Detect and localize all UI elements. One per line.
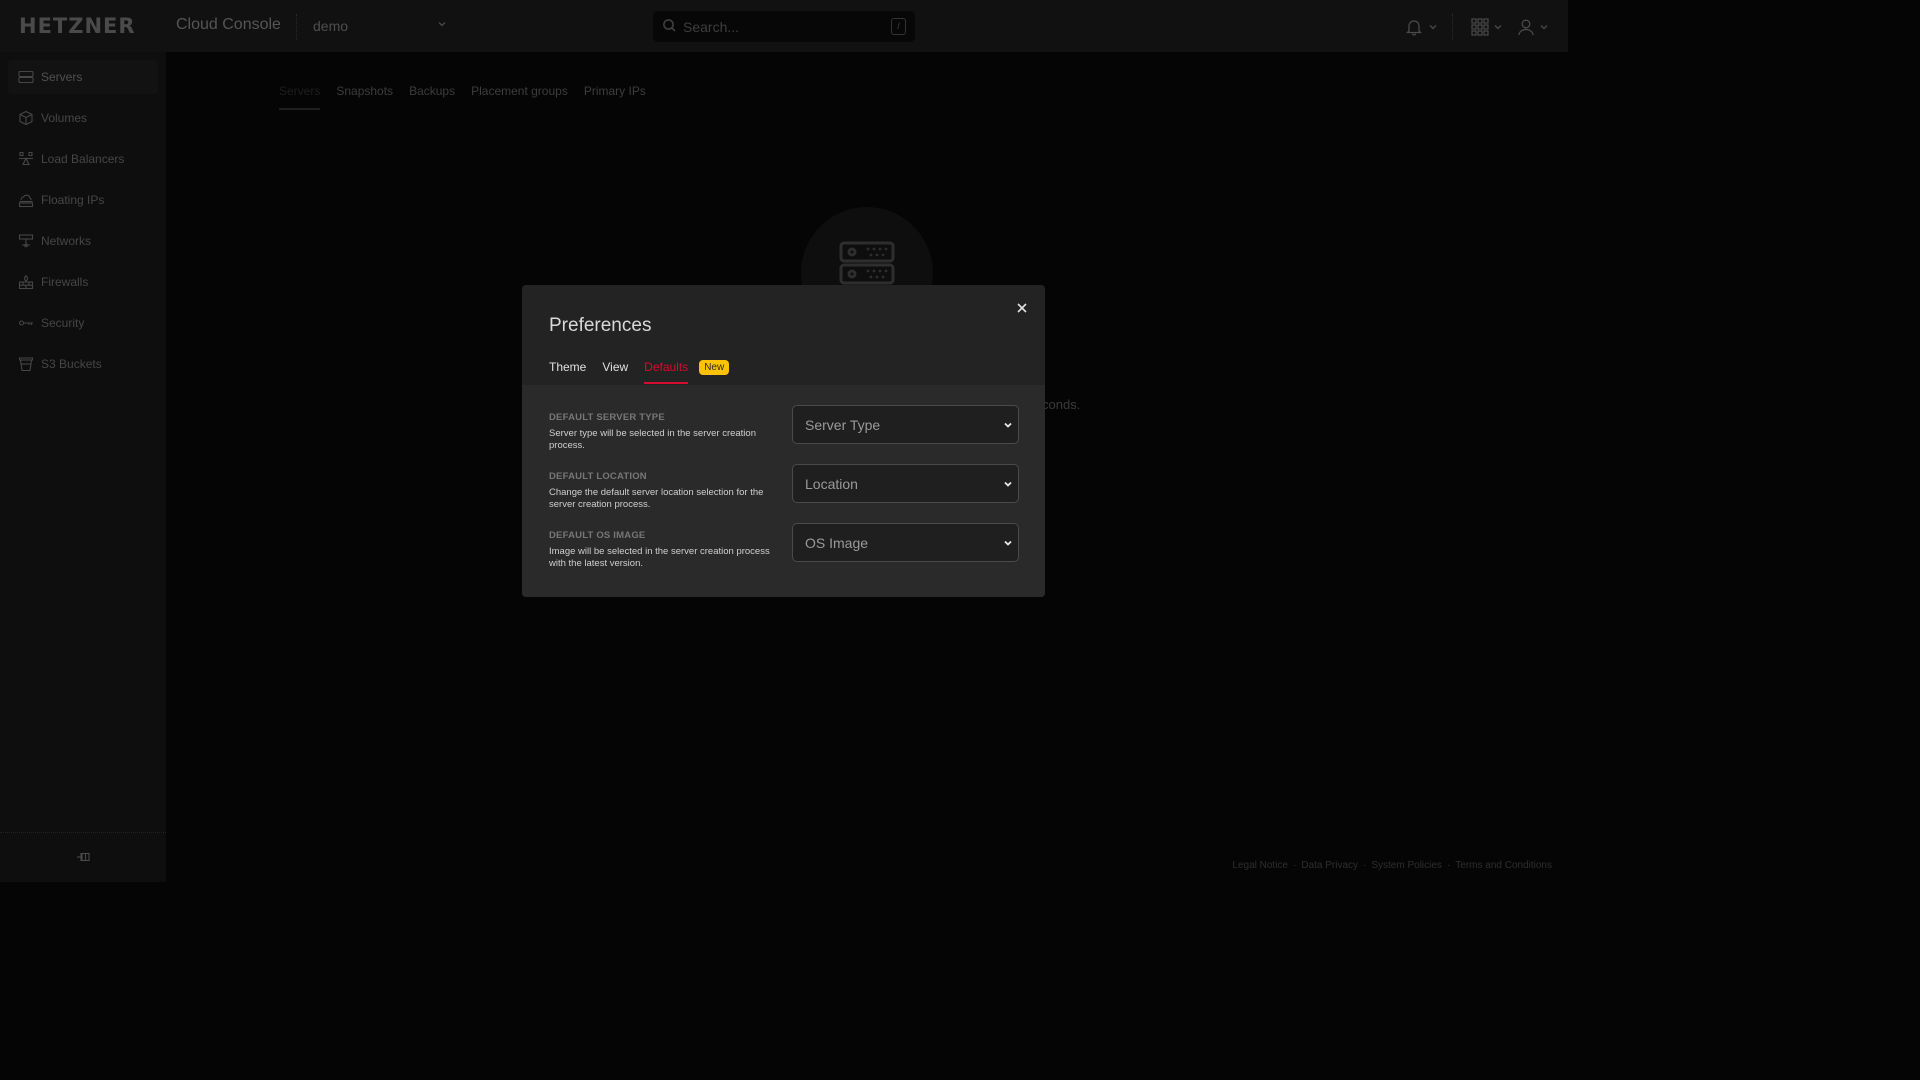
modal-title: Preferences: [549, 315, 652, 336]
pref-row-server-type: DEFAULT SERVER TYPE Server type will be …: [549, 405, 1019, 472]
new-badge: New: [699, 360, 730, 375]
chevron-down-icon: [1004, 540, 1012, 546]
modal-header: Preferences Theme View Defaults New: [522, 285, 1045, 385]
os-image-select[interactable]: OS Image: [792, 523, 1019, 562]
pref-label: DEFAULT OS IMAGE: [549, 530, 646, 541]
pref-row-location: DEFAULT LOCATION Change the default serv…: [549, 464, 1019, 531]
preferences-tabs: Theme View Defaults New: [549, 360, 730, 384]
pref-description: Change the default server location selec…: [549, 487, 764, 510]
server-type-select[interactable]: Server Type: [792, 405, 1019, 444]
preferences-modal: Preferences Theme View Defaults New DEFA…: [522, 285, 1045, 597]
pref-row-os-image: DEFAULT OS IMAGE Image will be selected …: [549, 523, 1019, 590]
chevron-down-icon: [1004, 422, 1012, 428]
modal-body: DEFAULT SERVER TYPE Server type will be …: [522, 385, 1045, 597]
pref-label: DEFAULT LOCATION: [549, 471, 647, 482]
tab-defaults[interactable]: Defaults: [644, 360, 689, 384]
pref-label: DEFAULT SERVER TYPE: [549, 412, 665, 423]
select-value: Location: [805, 476, 858, 492]
select-value: Server Type: [805, 417, 881, 433]
chevron-down-icon: [1004, 481, 1012, 487]
select-value: OS Image: [805, 535, 869, 551]
tab-view[interactable]: View: [602, 360, 628, 382]
location-select[interactable]: Location: [792, 464, 1019, 503]
tab-theme[interactable]: Theme: [549, 360, 586, 382]
close-icon[interactable]: [1014, 300, 1030, 316]
pref-description: Server type will be selected in the serv…: [549, 428, 756, 451]
pref-description: Image will be selected in the server cre…: [549, 546, 770, 569]
